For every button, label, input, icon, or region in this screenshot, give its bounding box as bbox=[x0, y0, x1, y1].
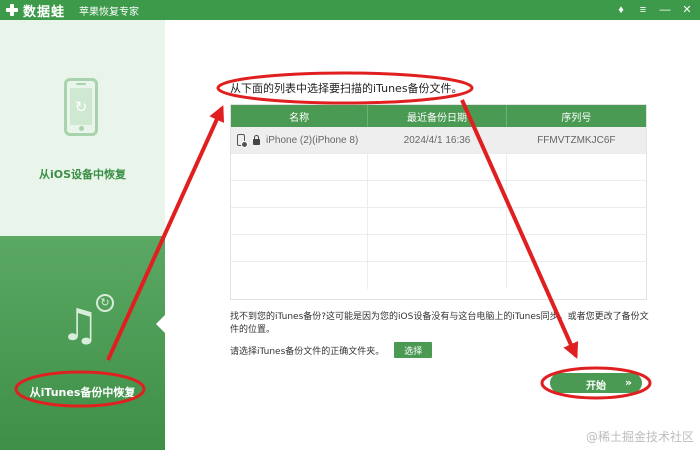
double-chevron-right-icon: » bbox=[624, 376, 632, 389]
table-row-empty bbox=[231, 181, 646, 208]
active-indicator bbox=[156, 315, 165, 333]
phone-refresh-icon: ↻ bbox=[64, 78, 98, 136]
window-controls: ♦ ≡ — ✕ bbox=[614, 2, 694, 18]
sidebar: ↻ 从iOS设备中恢复 ♫ ↻ 从iTunes备份中恢复 bbox=[0, 20, 165, 450]
choose-folder-row: 请选择iTunes备份文件的正确文件夹。 选择 bbox=[230, 342, 433, 358]
table-row-empty bbox=[231, 262, 646, 289]
instruction-text: 从下面的列表中选择要扫描的iTunes备份文件。 bbox=[230, 82, 463, 95]
start-button[interactable]: 开始 » bbox=[550, 373, 642, 393]
sidebar-item-ios-device[interactable]: ↻ 从iOS设备中恢复 bbox=[0, 20, 165, 236]
sidebar-item-label: 从iOS设备中恢复 bbox=[38, 168, 127, 181]
column-header-date[interactable]: 最近备份日期 bbox=[368, 105, 507, 127]
table-header: 名称 最近备份日期 序列号 bbox=[231, 105, 646, 127]
device-backup-icon bbox=[237, 134, 248, 148]
device-name: iPhone (2)(iPhone 8) bbox=[266, 134, 359, 146]
column-header-serial[interactable]: 序列号 bbox=[507, 105, 646, 127]
table-row[interactable]: iPhone (2)(iPhone 8) 2024/4/1 16:36 FFMV… bbox=[231, 127, 646, 154]
table-row-empty bbox=[231, 208, 646, 235]
minimize-icon[interactable]: — bbox=[658, 2, 672, 18]
sidebar-item-itunes-backup[interactable]: ♫ ↻ 从iTunes备份中恢复 bbox=[0, 236, 165, 450]
lock-icon bbox=[253, 135, 260, 145]
title-bar: 数据蛙 苹果恢复专家 ♦ ≡ — ✕ bbox=[0, 0, 700, 20]
menu-icon[interactable]: ≡ bbox=[636, 2, 650, 18]
backup-table: 名称 最近备份日期 序列号 iPhone (2)(iPhone 8) 2024/… bbox=[230, 104, 647, 300]
close-icon[interactable]: ✕ bbox=[680, 2, 694, 18]
diamond-icon[interactable]: ♦ bbox=[614, 2, 628, 18]
refresh-badge-icon: ↻ bbox=[96, 294, 114, 312]
table-row-empty bbox=[231, 235, 646, 262]
start-button-label: 开始 bbox=[586, 381, 606, 392]
sidebar-item-label: 从iTunes备份中恢复 bbox=[29, 386, 136, 399]
app-subtitle: 苹果恢复专家 bbox=[79, 6, 140, 18]
missing-backup-hint: 找不到您的iTunes备份?这可能是因为您的iOS设备没有与这台电脑上的iTun… bbox=[230, 312, 649, 335]
app-name: 数据蛙 bbox=[23, 4, 66, 20]
choose-folder-button[interactable]: 选择 bbox=[394, 342, 433, 358]
backup-date: 2024/4/1 16:36 bbox=[368, 127, 507, 153]
watermark: @稀土掘金技术社区 bbox=[585, 430, 694, 444]
logo-plus-icon bbox=[5, 3, 19, 17]
choose-folder-text: 请选择iTunes备份文件的正确文件夹。 bbox=[230, 346, 385, 357]
column-header-name[interactable]: 名称 bbox=[231, 105, 369, 127]
serial-number: FFMVTZMKJC6F bbox=[537, 134, 616, 146]
table-row-empty bbox=[231, 154, 646, 181]
